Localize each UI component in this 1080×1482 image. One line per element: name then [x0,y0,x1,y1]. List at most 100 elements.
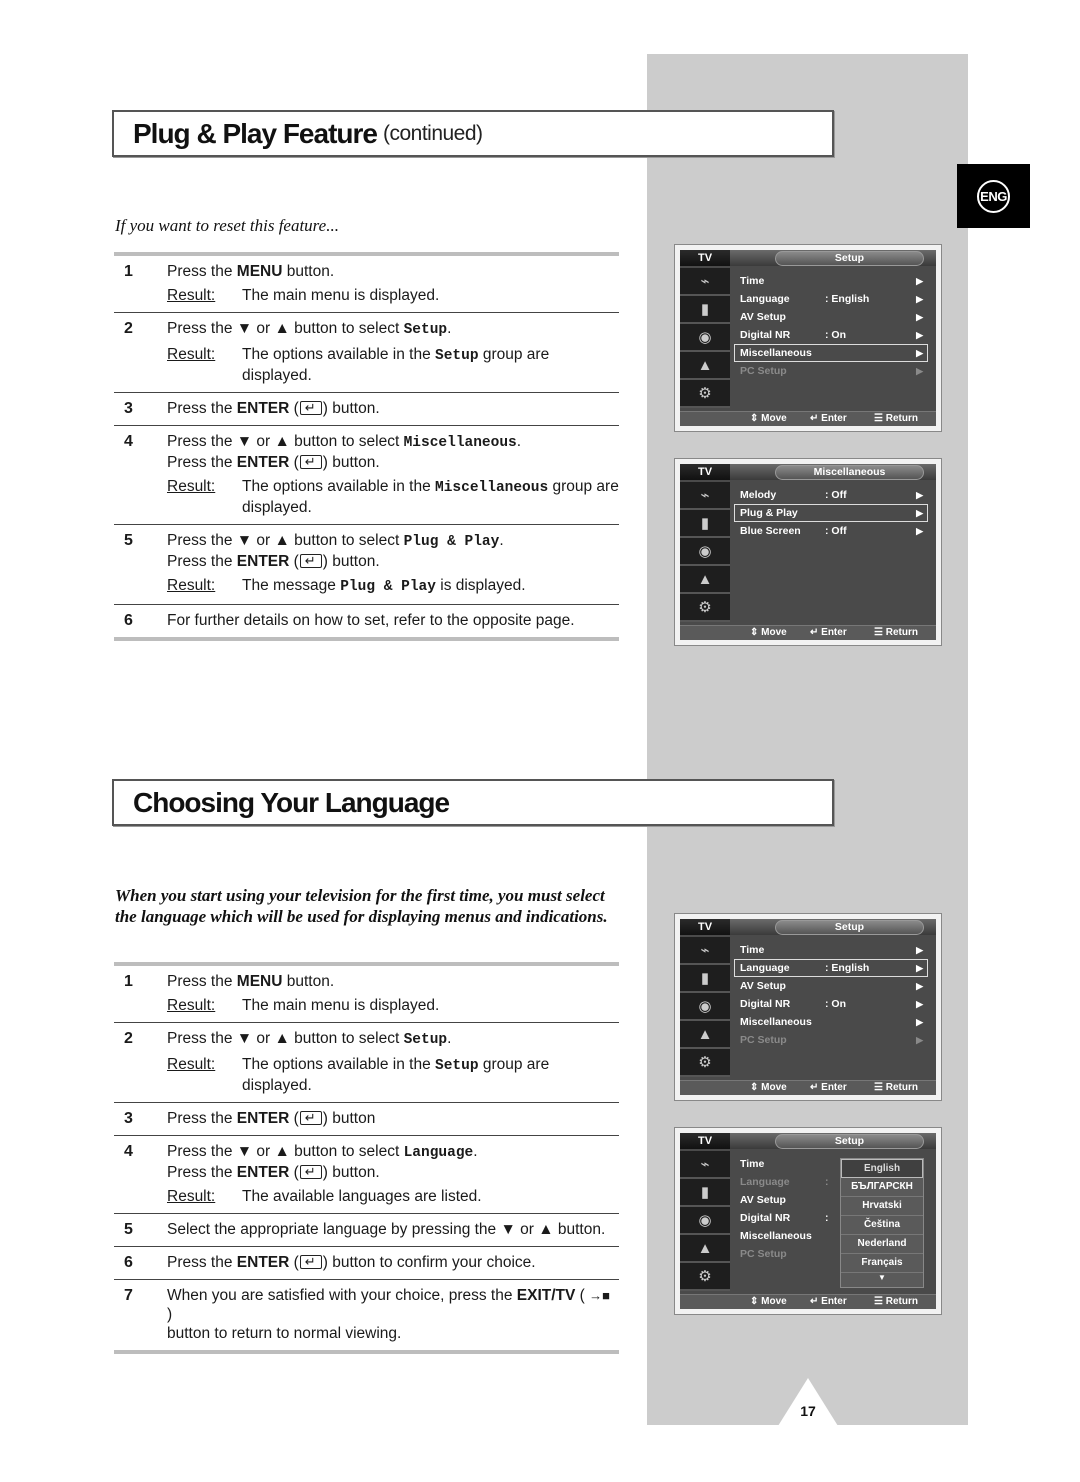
step-body: When you are satisfied with your choice,… [167,1286,619,1343]
section2-intro: When you start using your television for… [115,886,608,926]
menu-category-icons: ⌁ ▮ ◉ ▲ ⚙ [680,1151,730,1291]
move-hint: ⇕ Move [750,1296,787,1307]
arrow-right-icon: ▶ [916,945,923,955]
menu-item[interactable]: Language: English ▶ [734,959,928,977]
menu-item[interactable]: Language: English ▶ [734,290,928,308]
text: Press the ▼ or ▲ button to select [167,320,404,337]
text: When you are satisfied with your choice,… [167,1287,517,1304]
menu-item[interactable]: AV Setup ▶ [734,977,928,995]
text: . [516,433,522,450]
result-text: The main menu is displayed. [242,997,440,1014]
language-dropdown[interactable]: English БЪЛГАРСКН Hrvatski Čeština Nederland… [840,1158,924,1288]
menu-item[interactable]: Plug & Play ▶ [734,504,928,522]
result-text: The options available in the Setup group… [242,1055,619,1095]
text: ( [289,1254,299,1271]
step-text: Select the appropriate language by press… [167,1221,606,1238]
menu-item-name: Setup [403,322,448,338]
step-body: Press the MENU button. Result: The main me… [167,262,619,305]
enter-hint: ↵ Enter [810,627,847,638]
picture-icon: ▮ [680,296,730,324]
menu-item-value: : [825,1212,829,1224]
menu-item[interactable]: Melody: Off ▶ [734,486,928,504]
menu-item-list: Time ▶ Language: English ▶ AV Setup ▶ Digital … [734,941,928,1049]
language-option[interactable]: Nederland [841,1235,923,1254]
step-row: 4 Press the ▼ or ▲ button to select Langu… [114,1135,619,1213]
section1-intro: If you want to reset this feature... [115,216,339,235]
menu-item[interactable]: Digital NR: On ▶ [734,326,928,344]
menu-item-name: Miscellaneous [403,435,517,451]
step-text: For further details on how to set, refer… [167,612,575,629]
step-body: Press the ENTER () button. [167,398,619,418]
arrow-right-icon: ▶ [916,348,923,358]
language-option[interactable]: Čeština [841,1216,923,1235]
step-result: Result: The main menu is displayed. [167,996,619,1015]
menu-header-bar: Miscellaneous [730,464,936,480]
menu-item[interactable]: AV Setup ▶ [734,308,928,326]
menu-item[interactable]: Miscellaneous ▶ [734,1013,928,1031]
step-row: 5 Select the appropriate language by pres… [114,1213,619,1246]
tv-osd-panel: TV Setup ⌁ ▮ ◉ ▲ ⚙ Time ▶ Language: English ▶ AV Se… [680,919,936,1095]
menu-item-list: Time ▶ Language: English ▶ AV Setup ▶ Digital … [734,272,928,380]
arrow-right-icon: ▶ [916,312,923,322]
arrow-right-icon: ▶ [916,999,923,1009]
step-row: 7 When you are satisfied with your choice… [114,1279,619,1350]
step-instruction: When you are satisfied with your choice,… [167,1286,619,1324]
return-hint: ☰ Return [874,413,918,424]
step-instruction: Press the ENTER () button [167,1108,619,1128]
button-name: ENTER [236,1110,290,1127]
tv-osd-panel: TV Setup ⌁ ▮ ◉ ▲ ⚙ Time ▶ Language: English ▶ AV Se… [680,250,936,426]
menu-item[interactable]: PC Setup ▶ [734,362,928,380]
button-name: ENTER [236,400,290,417]
menu-item[interactable]: Blue Screen: Off ▶ [734,522,928,540]
menu-category-icons: ⌁ ▮ ◉ ▲ ⚙ [680,937,730,1077]
button-name: EXIT/TV [516,1287,576,1304]
menu-item[interactable]: PC Setup ▶ [734,1031,928,1049]
language-option[interactable]: English [841,1159,923,1178]
menu-item-name: Plug & Play [340,579,436,595]
step-number: 4 [124,433,133,450]
step-instruction: Press the MENU button. [167,262,619,281]
tv-label: TV [680,464,730,480]
button-name: ENTER [236,1254,290,1271]
menu-item-label: Time [740,1158,765,1170]
channel-icon: ▲ [680,566,730,594]
menu-item[interactable]: Miscellaneous ▶ [734,344,928,362]
step-body: Select the appropriate language by press… [167,1220,619,1239]
menu-item[interactable]: Time ▶ [734,272,928,290]
step-number: 2 [124,320,133,337]
language-option[interactable]: БЪЛГАРСКН [841,1178,923,1197]
step-instruction: Press the MENU button. [167,972,619,991]
step-row: 3 Press the ENTER () button. [114,392,619,425]
section-title-plug-and-play: Plug & Play Feature (continued) [112,110,834,157]
menu-item-label: PC Setup [740,365,787,377]
menu-footer: ⇕ Move ↵ Enter ☰ Return [680,625,936,640]
result-text: The available languages are listed. [242,1188,482,1205]
picture-icon: ▮ [680,510,730,538]
menu-item[interactable]: Digital NR: On ▶ [734,995,928,1013]
result-label: Result: [167,478,216,495]
step-number: 3 [124,400,133,417]
menu-item-value: : On [825,329,846,341]
menu-item-label: Time [740,944,765,956]
sound-icon: ◉ [680,993,730,1021]
scroll-down-icon[interactable]: ▼ [841,1273,923,1282]
menu-item-value: : [825,1176,829,1188]
step-instruction: Press the ▼ or ▲ button to select Miscel… [167,432,619,453]
menu-item[interactable]: Time ▶ [734,941,928,959]
language-option[interactable]: Hrvatski [841,1197,923,1216]
move-hint: ⇕ Move [750,413,787,424]
result-label: Result: [167,287,216,304]
language-badge-label: ENG [977,179,1010,213]
menu-item-label: Blue Screen [740,525,801,537]
text: ( [289,553,299,570]
language-option[interactable]: Français [841,1254,923,1273]
enter-icon [299,398,322,417]
step-body: Press the ENTER () button to confirm you… [167,1252,619,1272]
text: ) button to confirm your choice. [322,1254,536,1271]
arrow-right-icon: ▶ [916,294,923,304]
step-row: 1 Press the MENU button. Result: The main m… [114,256,619,312]
arrow-right-icon: ▶ [916,1035,923,1045]
tv-label: TV [680,250,730,266]
menu-header-title: Setup [775,1134,924,1149]
arrow-right-icon: ▶ [916,526,923,536]
